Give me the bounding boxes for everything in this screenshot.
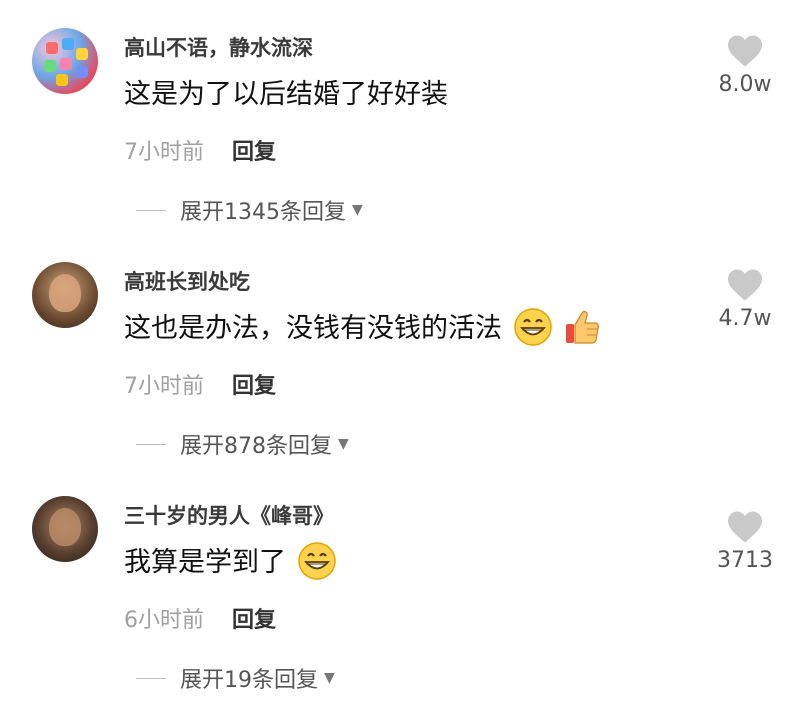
expand-replies-label: 展开19条回复 bbox=[180, 668, 318, 693]
username[interactable]: 高山不语，静水流深 bbox=[124, 32, 313, 62]
avatar[interactable] bbox=[32, 28, 98, 94]
username[interactable]: 高班长到处吃 bbox=[124, 266, 250, 296]
timestamp: 6小时前 bbox=[124, 608, 204, 633]
comment-text: 我算是学到了 bbox=[124, 540, 337, 584]
like-count: 8.0w bbox=[718, 72, 772, 97]
avatar-face bbox=[49, 274, 81, 312]
caret-down-icon: ▼ bbox=[352, 202, 363, 218]
heart-icon bbox=[728, 35, 762, 67]
like-button[interactable]: 3713 bbox=[710, 510, 780, 573]
expand-replies-button[interactable]: 展开1345条回复 ▼ bbox=[136, 194, 363, 226]
expand-replies-label: 展开878条回复 bbox=[180, 434, 332, 459]
comment-text-content: 这也是办法，没钱有没钱的活法 bbox=[124, 313, 502, 344]
comment-meta: 7小时前 回复 bbox=[124, 368, 276, 400]
comment-text: 这也是办法，没钱有没钱的活法 bbox=[124, 306, 601, 350]
reply-button[interactable]: 回复 bbox=[232, 608, 276, 633]
caret-down-icon: ▼ bbox=[324, 670, 335, 686]
comment-text: 这是为了以后结婚了好好装 bbox=[124, 72, 448, 111]
grinning-face-icon bbox=[513, 307, 553, 347]
like-button[interactable]: 8.0w bbox=[710, 34, 780, 97]
reply-button[interactable]: 回复 bbox=[232, 140, 276, 165]
avatar[interactable] bbox=[32, 496, 98, 562]
caret-down-icon: ▼ bbox=[338, 436, 349, 452]
thumbs-up-icon bbox=[563, 307, 601, 347]
avatar-face bbox=[49, 508, 81, 546]
divider-line bbox=[136, 677, 166, 679]
expand-replies-button[interactable]: 展开19条回复 ▼ bbox=[136, 662, 335, 694]
heart-icon bbox=[728, 269, 762, 301]
like-count: 3713 bbox=[717, 548, 773, 573]
timestamp: 7小时前 bbox=[124, 140, 204, 165]
grinning-face-icon bbox=[297, 541, 337, 581]
comment-meta: 7小时前 回复 bbox=[124, 134, 276, 166]
avatar[interactable] bbox=[32, 262, 98, 328]
comment-meta: 6小时前 回复 bbox=[124, 602, 276, 634]
like-count: 4.7w bbox=[718, 306, 772, 331]
expand-replies-label: 展开1345条回复 bbox=[180, 200, 346, 225]
like-button[interactable]: 4.7w bbox=[710, 268, 780, 331]
reply-button[interactable]: 回复 bbox=[232, 374, 276, 399]
expand-replies-button[interactable]: 展开878条回复 ▼ bbox=[136, 428, 349, 460]
comment-text-content: 我算是学到了 bbox=[124, 547, 286, 578]
divider-line bbox=[136, 209, 166, 211]
username[interactable]: 三十岁的男人《峰哥》 bbox=[124, 500, 334, 530]
divider-line bbox=[136, 443, 166, 445]
comment-text-content: 这是为了以后结婚了好好装 bbox=[124, 79, 448, 110]
timestamp: 7小时前 bbox=[124, 374, 204, 399]
heart-icon bbox=[728, 511, 762, 543]
